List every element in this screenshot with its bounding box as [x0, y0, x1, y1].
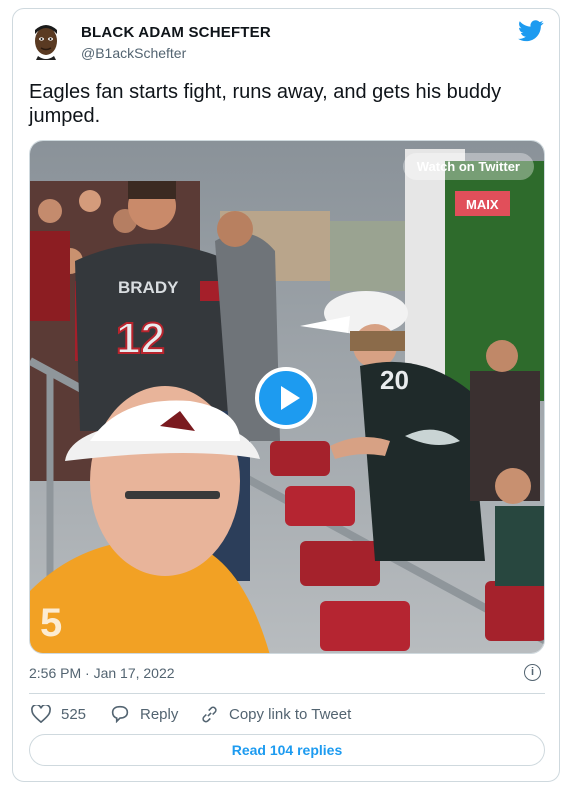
svg-text:5: 5 [40, 601, 62, 645]
tweet-timestamp[interactable]: 2:56 PM · Jan 17, 2022 [29, 665, 175, 681]
play-icon[interactable] [255, 367, 317, 429]
heart-icon [31, 705, 51, 723]
divider [29, 693, 545, 694]
link-icon [202, 706, 217, 723]
reply-icon [111, 705, 129, 723]
twitter-bird-icon[interactable] [518, 20, 544, 42]
billboard-text: MAIX [466, 197, 499, 212]
jersey-eagles-number: 20 [380, 365, 409, 395]
copy-link-button[interactable]: Copy link to Tweet [200, 705, 351, 724]
like-count: 525 [61, 705, 87, 723]
jersey-brady-number: 12 [116, 314, 165, 363]
watch-on-twitter-button[interactable]: Watch on Twitter [402, 153, 534, 180]
info-icon[interactable]: i [524, 664, 541, 681]
read-replies-button[interactable]: Read 104 replies [29, 734, 545, 766]
reply-button[interactable]: Reply [110, 705, 178, 723]
video-player[interactable]: MAIX BRADY 12 20 5 Watch on Twitter [29, 140, 545, 654]
copy-link-label: Copy link to Tweet [229, 706, 352, 723]
avatar[interactable] [26, 20, 66, 60]
author-name[interactable]: BLACK ADAM SCHEFTER [81, 24, 271, 41]
jersey-brady-name: BRADY [118, 278, 179, 297]
like-button[interactable]: 525 [31, 705, 86, 723]
tweet-text: Eagles fan starts fight, runs away, and … [29, 81, 502, 127]
reply-label: Reply [140, 705, 179, 723]
author-handle[interactable]: @B1ackSchefter [81, 45, 186, 61]
